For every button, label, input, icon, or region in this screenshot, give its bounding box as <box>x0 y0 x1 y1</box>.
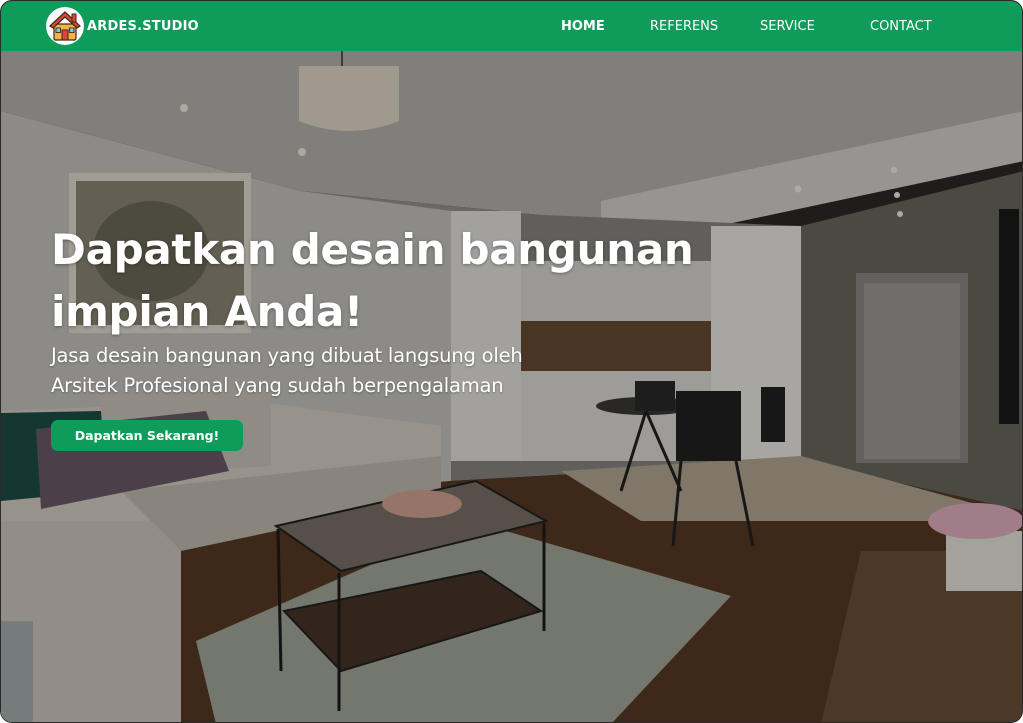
hero-title-line-1: Dapatkan desain bangunan <box>51 225 694 274</box>
hero-subtitle: Jasa desain bangunan yang dibuat langsun… <box>51 341 691 401</box>
hero-subtitle-line-2: Arsitek Profesional yang sudah berpengal… <box>51 374 504 397</box>
hero-title: Dapatkan desain bangunan impian Anda! <box>51 219 771 343</box>
brand[interactable]: ARDES.STUDIO <box>45 6 199 46</box>
hero-subtitle-line-1: Jasa desain bangunan yang dibuat langsun… <box>51 344 523 367</box>
navbar: ARDES.STUDIO HOME REFERENSI SERVICE CONT… <box>1 1 1022 51</box>
nav-link-home[interactable]: HOME <box>561 19 605 34</box>
nav-link-contact[interactable]: CONTACT <box>870 19 932 34</box>
cta-button[interactable]: Dapatkan Sekarang! <box>51 420 243 451</box>
nav-link-service[interactable]: SERVICE <box>760 19 815 34</box>
nav-link-referensi[interactable]: REFERENSI <box>650 19 718 34</box>
hero-title-line-2: impian Anda! <box>51 287 363 336</box>
browser-frame: ARDES.STUDIO HOME REFERENSI SERVICE CONT… <box>0 0 1023 723</box>
brand-name: ARDES.STUDIO <box>87 18 199 34</box>
house-icon <box>46 7 84 45</box>
